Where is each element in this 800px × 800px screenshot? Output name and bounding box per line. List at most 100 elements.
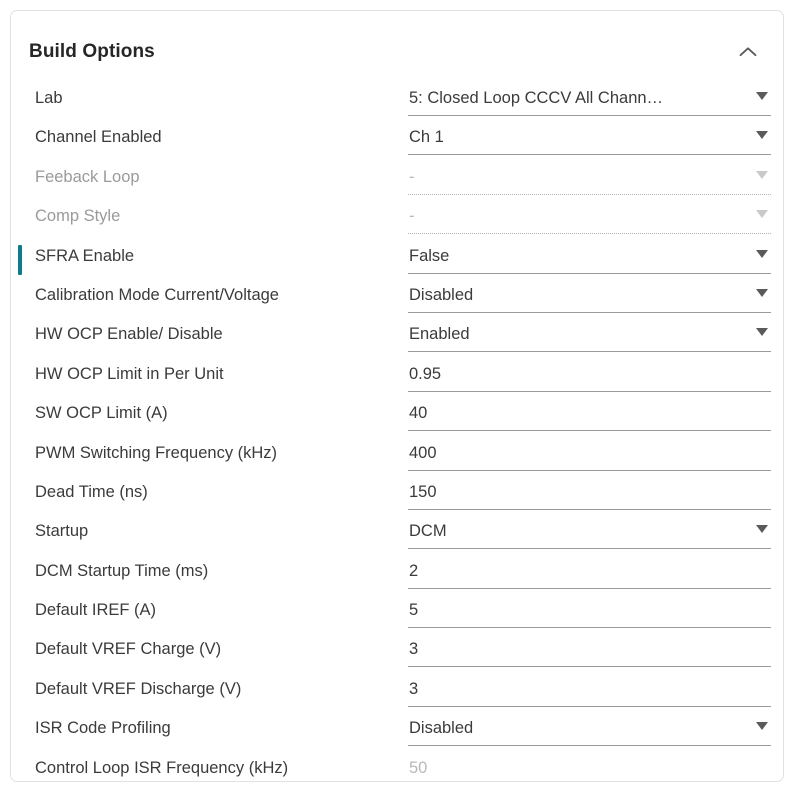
field-underline xyxy=(408,705,771,707)
field-underline xyxy=(408,233,771,235)
option-value: Disabled xyxy=(409,719,474,738)
option-value: 5: Closed Loop CCCV All Chann… xyxy=(409,89,664,107)
field-underline xyxy=(408,430,771,432)
option-label: Calibration Mode Current/Voltage xyxy=(35,285,279,304)
chevron-down-icon xyxy=(756,210,768,219)
chevron-down-icon[interactable] xyxy=(756,525,768,534)
option-label: DCM Startup Time (ms) xyxy=(35,561,209,580)
option-row: Startup DCM xyxy=(11,514,783,553)
option-text-input[interactable]: 400 xyxy=(408,440,771,471)
option-label: HW OCP Limit in Per Unit xyxy=(35,364,224,383)
option-dropdown[interactable]: Ch 1 xyxy=(408,124,771,156)
chevron-down-icon xyxy=(756,170,768,179)
page-title: Build Options xyxy=(29,41,155,62)
option-value: 5 xyxy=(409,601,419,620)
option-text-input[interactable]: 150 xyxy=(408,479,771,510)
option-label: Default IREF (A) xyxy=(35,601,157,620)
option-row: Default IREF (A) 5 xyxy=(11,593,783,632)
option-text-input[interactable]: 5 xyxy=(408,597,771,629)
option-label: Feeback Loop xyxy=(35,167,140,186)
option-value: - xyxy=(409,207,415,226)
option-value: 150 xyxy=(409,482,437,501)
option-text-input[interactable]: 3 xyxy=(408,636,771,668)
option-row: Default VREF Charge (V) 3 xyxy=(11,632,783,671)
option-dropdown[interactable]: Disabled xyxy=(408,282,771,313)
option-row: Default VREF Discharge (V) 3 xyxy=(11,672,783,711)
option-dropdown: - xyxy=(408,203,771,235)
option-row: Dead Time (ns) 150 xyxy=(11,475,783,514)
option-value: 40 xyxy=(409,404,428,423)
option-row: PWM Switching Frequency (kHz) 400 xyxy=(11,436,783,475)
field-underline xyxy=(408,587,771,589)
option-label: Default VREF Charge (V) xyxy=(35,640,222,659)
field-underline xyxy=(408,666,771,668)
option-label: Channel Enabled xyxy=(35,128,162,147)
option-value: Enabled xyxy=(409,325,470,344)
option-value: Disabled xyxy=(409,285,474,304)
field-underline xyxy=(408,272,771,274)
field-underline xyxy=(408,351,771,353)
panel-header: Build Options xyxy=(11,11,783,67)
option-row: ISR Code Profiling Disabled xyxy=(11,711,783,750)
option-text-input[interactable]: 3 xyxy=(408,676,771,707)
option-value: 3 xyxy=(409,640,419,659)
option-dropdown[interactable]: DCM xyxy=(408,518,771,550)
option-label: Lab xyxy=(35,89,63,107)
chevron-down-icon[interactable] xyxy=(756,328,768,337)
option-row: Lab 5: Closed Loop CCCV All Chann… xyxy=(11,81,783,120)
option-dropdown[interactable]: Enabled xyxy=(408,321,771,353)
option-text-input[interactable]: 2 xyxy=(408,558,771,589)
chevron-up-icon[interactable] xyxy=(735,39,761,65)
option-row: SFRA Enable False xyxy=(11,239,783,278)
option-value: Ch 1 xyxy=(409,128,444,147)
option-row: HW OCP Limit in Per Unit 0.95 xyxy=(11,357,783,396)
option-row: Control Loop ISR Frequency (kHz) 50 xyxy=(11,751,783,781)
option-value: DCM xyxy=(409,522,447,541)
field-underline xyxy=(408,193,771,195)
field-underline xyxy=(408,508,771,510)
option-value: False xyxy=(409,246,450,265)
option-label: Control Loop ISR Frequency (kHz) xyxy=(35,758,289,777)
option-label: Startup xyxy=(35,522,89,541)
option-row: Channel Enabled Ch 1 xyxy=(11,120,783,159)
field-underline xyxy=(408,115,771,116)
field-underline xyxy=(408,627,771,629)
option-value: - xyxy=(409,167,415,186)
option-row: Comp Style - xyxy=(11,199,783,238)
field-underline xyxy=(408,745,771,747)
option-dropdown[interactable]: False xyxy=(408,243,771,274)
selected-row-indicator xyxy=(18,244,22,275)
field-underline xyxy=(408,390,771,392)
option-dropdown[interactable]: Disabled xyxy=(408,715,771,747)
option-row: DCM Startup Time (ms) 2 xyxy=(11,554,783,593)
option-label: Dead Time (ns) xyxy=(35,482,148,501)
chevron-down-icon[interactable] xyxy=(756,722,768,731)
field-underline xyxy=(408,311,771,313)
options-list: Lab 5: Closed Loop CCCV All Chann… Channel… xyxy=(11,81,783,781)
option-label: Comp Style xyxy=(35,207,121,226)
option-row: Feeback Loop - xyxy=(11,160,783,199)
option-row: HW OCP Enable/ Disable Enabled xyxy=(11,317,783,356)
chevron-down-icon[interactable] xyxy=(756,92,768,100)
chevron-down-icon[interactable] xyxy=(756,131,768,140)
option-value: 0.95 xyxy=(409,364,442,383)
option-text-input[interactable]: 0.95 xyxy=(408,361,771,392)
option-value: 3 xyxy=(409,679,419,698)
option-dropdown[interactable]: 5: Closed Loop CCCV All Chann… xyxy=(408,85,771,116)
option-row: Calibration Mode Current/Voltage Disabled xyxy=(11,278,783,317)
option-text-input[interactable]: 40 xyxy=(408,400,771,432)
field-underline xyxy=(408,548,771,550)
option-label: SFRA Enable xyxy=(35,246,135,265)
option-label: PWM Switching Frequency (kHz) xyxy=(35,443,278,462)
option-value: 50 xyxy=(409,758,428,777)
chevron-down-icon[interactable] xyxy=(756,249,768,258)
field-underline xyxy=(408,469,771,471)
option-text-input: 50 xyxy=(408,755,771,781)
chevron-down-icon[interactable] xyxy=(756,288,768,297)
option-label: Default VREF Discharge (V) xyxy=(35,679,242,698)
build-options-panel: Build Options Lab 5: Closed Loop CCCV All… xyxy=(10,10,784,782)
option-label: ISR Code Profiling xyxy=(35,719,171,738)
option-label: HW OCP Enable/ Disable xyxy=(35,325,223,344)
field-underline xyxy=(408,154,771,156)
option-value: 400 xyxy=(409,443,437,462)
